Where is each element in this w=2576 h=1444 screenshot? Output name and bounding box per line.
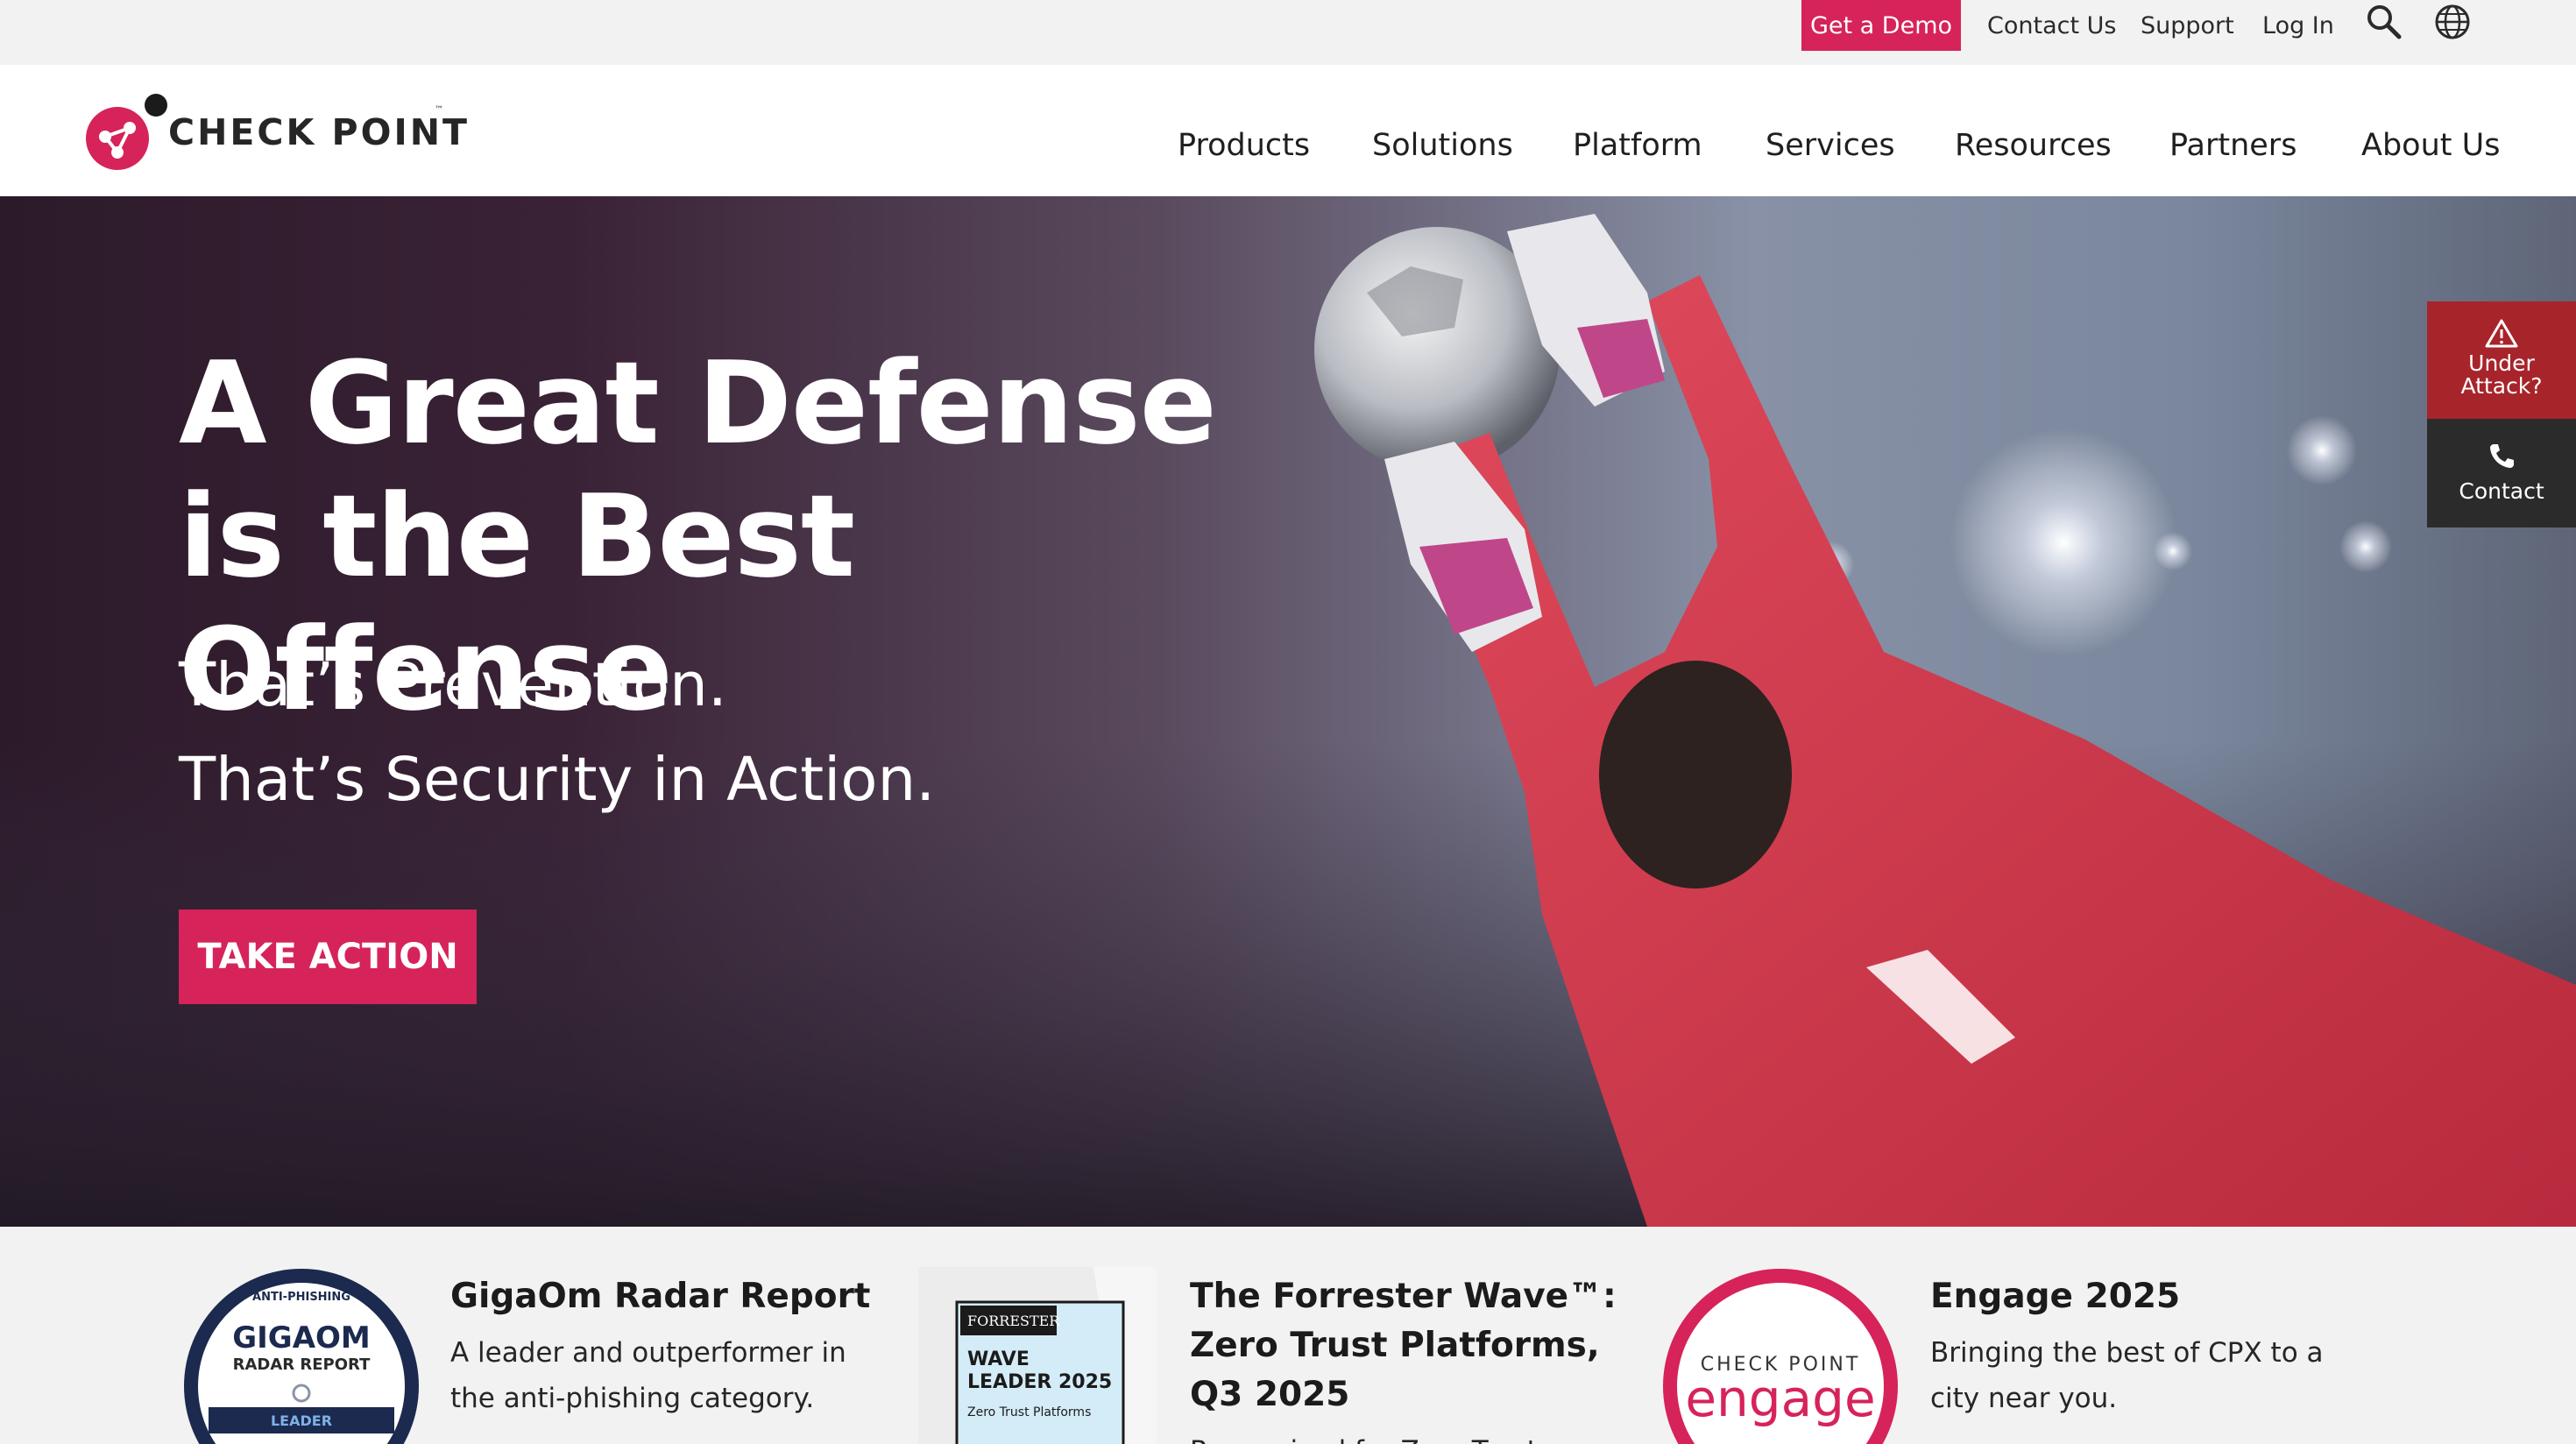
promo-strip: ANTI-PHISHING GIGAOM RADAR REPORT LEADER… (0, 1227, 2576, 1444)
support-link[interactable]: Support (2141, 0, 2234, 51)
side-contact-label: Contact (2459, 478, 2544, 504)
forrester-badge-line2: LEADER 2025 (967, 1371, 1112, 1393)
logo-trademark: ™ (435, 105, 443, 115)
main-header: CHECK POINT ™ Products Solutions Platfor… (0, 65, 2576, 196)
hero-subtitle-security: That’s Security in Action. (179, 745, 936, 815)
nav-products[interactable]: Products (1178, 128, 1310, 163)
hero-banner: A Great Defense is the Best Offense That… (0, 196, 2576, 1227)
promo-engage-description: Bringing the best of CPX to a city near … (1930, 1337, 2324, 1414)
nav-platform[interactable]: Platform (1573, 128, 1702, 163)
contact-us-link[interactable]: Contact Us (1987, 0, 2116, 51)
engage-badge-main: engage (1685, 1369, 1875, 1428)
forrester-badge-brand: FORRESTER (967, 1313, 1060, 1329)
promo-gigaom-title[interactable]: GigaOm Radar Report (450, 1272, 888, 1321)
gigaom-badge-top: ANTI-PHISHING (252, 1291, 350, 1304)
nav-solutions[interactable]: Solutions (1372, 128, 1513, 163)
logo-wordmark: CHECK POINT (168, 111, 470, 153)
log-in-link[interactable]: Log In (2262, 0, 2334, 51)
promo-engage-title[interactable]: Engage 2025 (1930, 1272, 2368, 1321)
globe-icon[interactable] (2432, 2, 2473, 42)
forrester-badge-line3: Zero Trust Platforms (967, 1405, 1091, 1419)
side-contact-button[interactable]: Contact (2427, 419, 2576, 527)
gigaom-badge-sub: RADAR REPORT (233, 1356, 371, 1374)
take-action-button[interactable]: TAKE ACTION (179, 910, 477, 1004)
promo-forrester-description: Recognized for Zero Trust (1190, 1428, 1645, 1444)
under-attack-label-line2: Attack? (2460, 373, 2543, 399)
gigaom-badge-image[interactable]: ANTI-PHISHING GIGAOM RADAR REPORT LEADER (182, 1267, 421, 1444)
gigaom-badge-main: GIGAOM (232, 1320, 371, 1356)
check-point-logo[interactable]: CHECK POINT ™ (84, 93, 467, 172)
nav-about-us[interactable]: About Us (2361, 128, 2500, 163)
promo-forrester-title[interactable]: The Forrester Wave™: Zero Trust Platform… (1190, 1272, 1645, 1419)
search-icon[interactable] (2363, 2, 2403, 42)
under-attack-label-line1: Under (2468, 350, 2535, 376)
under-attack-button[interactable]: Under Attack? (2427, 301, 2576, 419)
promo-gigaom-description: A leader and outperformer in the anti-ph… (450, 1337, 846, 1414)
nav-services[interactable]: Services (1766, 128, 1895, 163)
nav-resources[interactable]: Resources (1955, 128, 2112, 163)
hero-subtitle-prevention: That’s Prevention. (179, 650, 727, 720)
check-point-logo-mark-icon (86, 94, 167, 170)
utility-bar: Get a Demo Contact Us Support Log In (0, 0, 2576, 65)
phone-icon (2490, 444, 2514, 468)
forrester-wave-badge-image[interactable]: FORRESTER WAVE LEADER 2025 Zero Trust Pl… (918, 1267, 1157, 1444)
gigaom-badge-ribbon: LEADER (271, 1412, 332, 1429)
get-a-demo-button[interactable]: Get a Demo (1801, 0, 1961, 51)
engage-badge-image[interactable]: CHECK POINT engage (1661, 1267, 1900, 1444)
nav-partners[interactable]: Partners (2169, 128, 2296, 163)
warning-icon (2485, 319, 2518, 348)
forrester-badge-line1: WAVE (967, 1348, 1030, 1370)
